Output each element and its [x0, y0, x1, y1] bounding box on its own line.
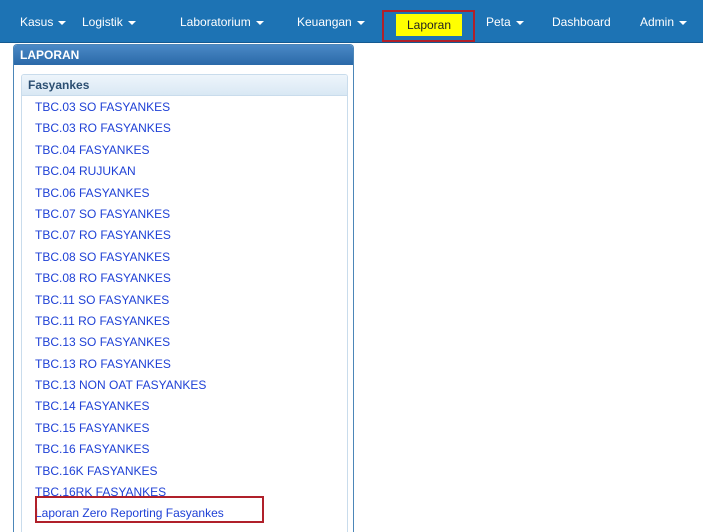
nav-kasus[interactable]: Kasus	[20, 0, 67, 42]
list-item: TBC.08 SO FASYANKES	[22, 247, 347, 268]
list-item: TBC.07 RO FASYANKES	[22, 225, 347, 246]
report-link[interactable]: TBC.13 SO FASYANKES	[22, 332, 347, 353]
top-navbar: Kasus Logistik Laboratorium Keuangan Lap…	[0, 0, 703, 43]
report-list: TBC.03 SO FASYANKES TBC.03 RO FASYANKES TB…	[22, 97, 347, 525]
nav-laboratorium[interactable]: Laboratorium	[180, 0, 264, 42]
list-item: TBC.16 FASYANKES	[22, 439, 347, 460]
report-link[interactable]: TBC.04 FASYANKES	[22, 140, 347, 161]
report-link[interactable]: TBC.03 SO FASYANKES	[22, 97, 347, 118]
caret-down-icon	[58, 20, 67, 25]
nav-dashboard[interactable]: Dashboard	[552, 0, 611, 42]
group-title: Fasyankes	[22, 75, 347, 96]
list-item: TBC.04 RUJUKAN	[22, 161, 347, 182]
list-item: TBC.14 FASYANKES	[22, 396, 347, 417]
report-link[interactable]: TBC.04 RUJUKAN	[22, 161, 347, 182]
nav-keuangan[interactable]: Keuangan	[297, 0, 365, 42]
caret-down-icon	[255, 20, 264, 25]
report-link[interactable]: TBC.08 RO FASYANKES	[22, 268, 347, 289]
caret-down-icon	[515, 20, 524, 25]
list-item: TBC.07 SO FASYANKES	[22, 204, 347, 225]
nav-peta[interactable]: Peta	[486, 0, 524, 42]
laporan-panel: LAPORAN Fasyankes TBC.03 SO FASYANKES TBC…	[13, 44, 354, 532]
report-link[interactable]: TBC.11 RO FASYANKES	[22, 311, 347, 332]
nav-dashboard-label: Dashboard	[552, 15, 611, 29]
report-link[interactable]: TBC.13 NON OAT FASYANKES	[22, 375, 347, 396]
report-link[interactable]: TBC.03 RO FASYANKES	[22, 118, 347, 139]
report-link[interactable]: TBC.16K FASYANKES	[22, 461, 347, 482]
list-item: TBC.11 RO FASYANKES	[22, 311, 347, 332]
nav-admin-label: Admin	[640, 15, 675, 29]
list-item: TBC.13 SO FASYANKES	[22, 332, 347, 353]
list-item: TBC.16K FASYANKES	[22, 461, 347, 482]
caret-down-icon	[127, 20, 136, 25]
list-item: TBC.11 SO FASYANKES	[22, 290, 347, 311]
list-item: TBC.13 NON OAT FASYANKES	[22, 375, 347, 396]
nav-logistik[interactable]: Logistik	[82, 0, 136, 42]
panel-title: LAPORAN	[14, 45, 353, 65]
report-link[interactable]: TBC.15 FASYANKES	[22, 418, 347, 439]
nav-logistik-label: Logistik	[82, 15, 123, 29]
nav-laboratorium-label: Laboratorium	[180, 15, 251, 29]
caret-down-icon	[356, 20, 365, 25]
report-link[interactable]: TBC.08 SO FASYANKES	[22, 247, 347, 268]
nav-admin[interactable]: Admin	[640, 0, 688, 42]
list-item: TBC.03 SO FASYANKES	[22, 97, 347, 118]
nav-kasus-label: Kasus	[20, 15, 54, 29]
report-link[interactable]: TBC.07 RO FASYANKES	[22, 225, 347, 246]
zero-reporting-highlight-box	[35, 496, 264, 523]
laporan-highlight-box	[382, 10, 475, 42]
list-item: TBC.04 FASYANKES	[22, 140, 347, 161]
list-item: TBC.06 FASYANKES	[22, 183, 347, 204]
report-link[interactable]: TBC.06 FASYANKES	[22, 183, 347, 204]
report-link[interactable]: TBC.13 RO FASYANKES	[22, 354, 347, 375]
nav-peta-label: Peta	[486, 15, 511, 29]
caret-down-icon	[679, 20, 688, 25]
report-link[interactable]: TBC.16 FASYANKES	[22, 439, 347, 460]
report-link[interactable]: TBC.07 SO FASYANKES	[22, 204, 347, 225]
list-item: TBC.15 FASYANKES	[22, 418, 347, 439]
fasyankes-group: Fasyankes TBC.03 SO FASYANKES TBC.03 RO F…	[21, 74, 348, 532]
list-item: TBC.08 RO FASYANKES	[22, 268, 347, 289]
list-item: TBC.03 RO FASYANKES	[22, 118, 347, 139]
report-link[interactable]: TBC.11 SO FASYANKES	[22, 290, 347, 311]
nav-keuangan-label: Keuangan	[297, 15, 352, 29]
list-item: TBC.13 RO FASYANKES	[22, 354, 347, 375]
report-link[interactable]: TBC.14 FASYANKES	[22, 396, 347, 417]
